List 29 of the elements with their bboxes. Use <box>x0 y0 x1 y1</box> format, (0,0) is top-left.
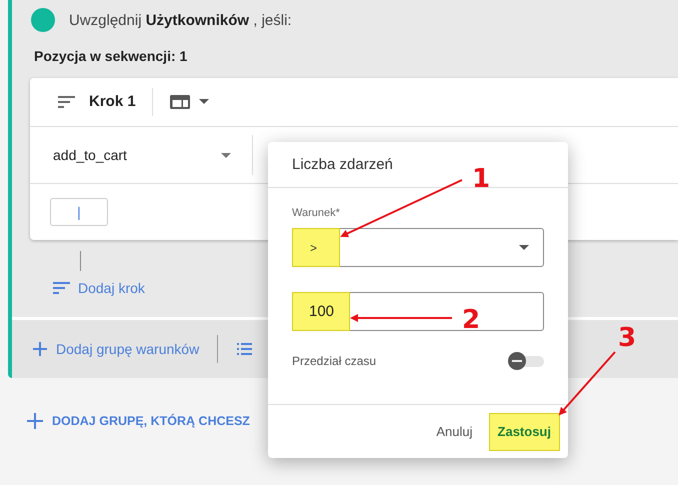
value-field[interactable]: | <box>50 198 108 226</box>
apply-button[interactable]: Zastosuj <box>488 412 560 450</box>
sort-lines-icon <box>57 94 77 109</box>
caret-icon <box>198 98 209 105</box>
include-users-text: Uwzględnij Użytkowników , jeśli: <box>69 12 292 28</box>
status-dot <box>31 8 55 32</box>
event-dropdown[interactable]: add_to_cart <box>53 147 231 164</box>
numbered-list-icon <box>236 341 252 357</box>
caret-icon <box>221 152 231 158</box>
cancel-button[interactable]: Anuluj <box>428 412 481 450</box>
annotation-number: 3 <box>618 323 636 353</box>
toggle-switch[interactable] <box>508 352 544 370</box>
sort-lines-icon <box>52 281 72 295</box>
plus-icon <box>26 412 44 430</box>
field-label: Warunek* <box>292 207 341 219</box>
caret-icon <box>519 245 529 250</box>
add-sequence-button[interactable] <box>236 341 252 357</box>
sequence-position-label: Pozycja w sekwencji: 1 <box>34 48 188 64</box>
step-title: Krok 1 <box>89 93 136 110</box>
plus-icon <box>32 341 48 357</box>
layout-icon <box>168 94 191 110</box>
add-exclude-group-button[interactable]: DODAJ GRUPĘ, KTÓRĄ CHCESZ <box>26 412 250 430</box>
add-step-link[interactable]: Dodaj krok <box>52 280 145 296</box>
annotation-number: 1 <box>472 164 490 194</box>
annotation-arrow <box>558 351 616 416</box>
add-condition-group-button[interactable]: Dodaj grupę warunków <box>32 341 200 357</box>
layout-dropdown-button[interactable] <box>168 94 209 110</box>
condition-dropdown[interactable]: > <box>292 228 544 267</box>
time-range-label: Przedział czasu <box>292 354 376 368</box>
